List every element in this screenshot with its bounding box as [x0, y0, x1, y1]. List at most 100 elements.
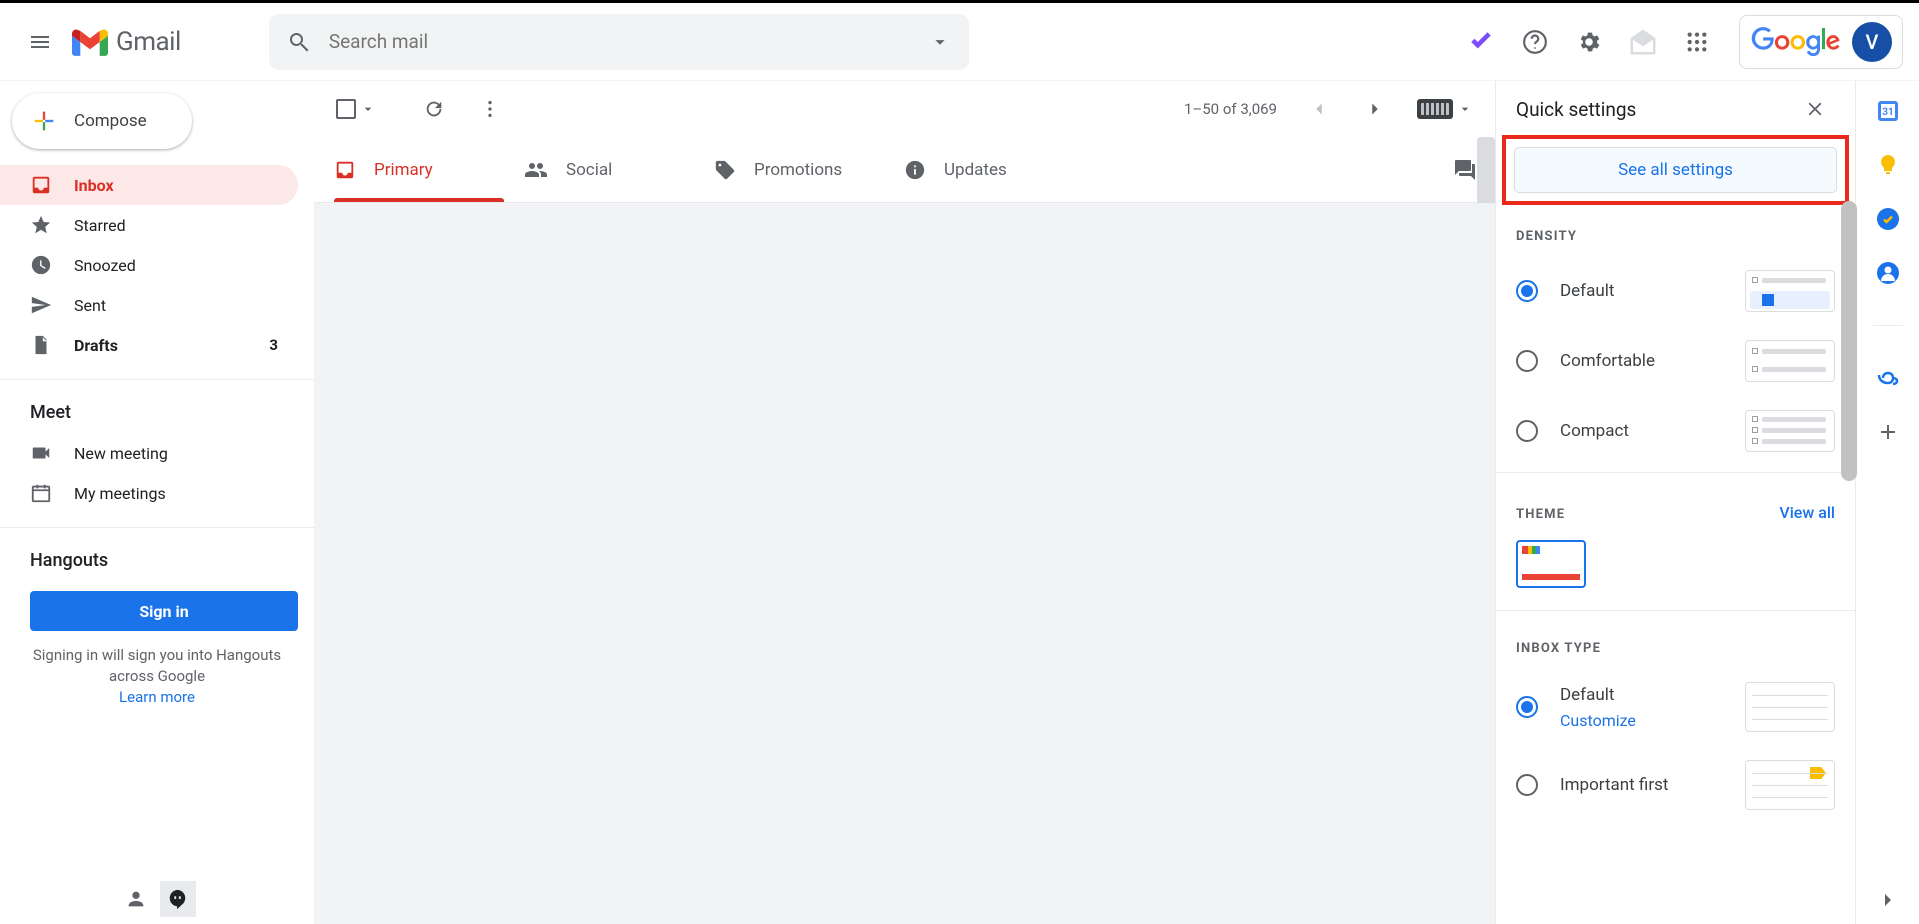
chevron-left-icon — [1308, 98, 1330, 120]
tab-updates[interactable]: Updates — [884, 137, 1074, 202]
qs-scrollbar[interactable] — [1841, 201, 1857, 481]
density-title: DENSITY — [1516, 229, 1835, 244]
tab-promotions[interactable]: Promotions — [694, 137, 884, 202]
settings-button[interactable] — [1565, 18, 1613, 66]
nav-list: Inbox Starred Snoozed Sent Drafts 3 — [0, 165, 314, 365]
plus-icon — [1876, 420, 1900, 444]
checkbox-icon — [336, 99, 356, 119]
close-icon — [1804, 98, 1826, 120]
side-panel: 31 — [1855, 81, 1919, 924]
sidebar-item-label: Sent — [74, 296, 106, 315]
sidebar-item-snoozed[interactable]: Snoozed — [0, 245, 298, 285]
density-thumb-comfortable — [1745, 340, 1835, 382]
tab-label: Updates — [944, 160, 1007, 180]
prev-page-button[interactable] — [1297, 87, 1341, 131]
sidebar-item-sent[interactable]: Sent — [0, 285, 298, 325]
hangouts-message: Signing in will sign you into Hangouts a… — [20, 645, 294, 708]
compose-button[interactable]: Compose — [12, 93, 192, 149]
theme-option-default[interactable] — [1516, 540, 1586, 588]
search-input[interactable] — [329, 30, 911, 53]
density-option-compact[interactable]: Compact — [1496, 396, 1855, 466]
side-panel-toggle[interactable] — [1876, 888, 1900, 912]
search-bar[interactable] — [269, 14, 969, 70]
radio-icon — [1516, 350, 1538, 372]
input-tools[interactable] — [1417, 99, 1473, 119]
avatar-initial: V — [1866, 30, 1879, 54]
select-all[interactable] — [336, 99, 376, 119]
qs-close-button[interactable] — [1795, 89, 1835, 129]
sidebar: Compose Inbox Starred Snoozed Sent Draft… — [0, 81, 314, 924]
main-menu-button[interactable] — [16, 18, 64, 66]
sidebar-item-label: New meeting — [74, 444, 168, 463]
search-icon — [287, 30, 311, 54]
see-all-settings-button[interactable]: See all settings — [1514, 147, 1837, 193]
footer-hangouts-tab[interactable] — [160, 881, 196, 917]
clock-icon — [30, 254, 52, 276]
hangouts-signin-button[interactable]: Sign in — [30, 591, 298, 631]
support-button[interactable] — [1511, 18, 1559, 66]
learn-more-link[interactable]: Learn more — [20, 687, 294, 708]
star-icon — [30, 214, 52, 236]
gear-icon — [1576, 29, 1602, 55]
option-label: Default — [1560, 281, 1723, 301]
footer-contacts-tab[interactable] — [118, 881, 154, 917]
avatar[interactable]: V — [1852, 22, 1892, 62]
tasks-circle-icon — [1876, 207, 1900, 231]
more-button[interactable] — [468, 87, 512, 131]
keyboard-icon — [1417, 99, 1453, 119]
gmail-word: Gmail — [116, 27, 181, 57]
keep-icon — [1876, 153, 1900, 177]
addons-app-icon[interactable] — [1876, 366, 1900, 390]
more-vert-icon — [479, 98, 501, 120]
sidebar-item-my-meetings[interactable]: My meetings — [0, 473, 298, 513]
calendar-app-icon[interactable]: 31 — [1876, 99, 1900, 123]
tab-social[interactable]: Social — [504, 137, 694, 202]
keep-app-icon[interactable] — [1876, 153, 1900, 177]
customize-link[interactable]: Customize — [1560, 711, 1723, 730]
at-loop-icon — [1876, 366, 1900, 390]
next-page-button[interactable] — [1353, 87, 1397, 131]
tab-primary[interactable]: Primary — [314, 137, 504, 202]
info-circle-icon — [904, 159, 926, 181]
radio-icon — [1516, 280, 1538, 302]
person-icon — [125, 888, 147, 910]
mail-envelope-icon[interactable] — [1619, 18, 1667, 66]
inbox-type-important-first[interactable]: Important first — [1496, 746, 1855, 824]
gmail-logo[interactable]: Gmail — [72, 27, 181, 57]
menu-icon — [28, 30, 52, 54]
plus-icon — [30, 107, 58, 135]
search-options-caret-icon[interactable] — [929, 31, 951, 53]
contacts-app-icon[interactable] — [1876, 261, 1900, 285]
scrollbar[interactable] — [1477, 137, 1495, 202]
account-chip[interactable]: V — [1739, 15, 1903, 69]
sidebar-item-starred[interactable]: Starred — [0, 205, 298, 245]
get-addons-button[interactable] — [1876, 420, 1900, 444]
tasks-icon[interactable] — [1457, 18, 1505, 66]
density-thumb-default — [1745, 270, 1835, 312]
density-thumb-compact — [1745, 410, 1835, 452]
theme-view-all-link[interactable]: View all — [1779, 503, 1835, 522]
google-apps-button[interactable] — [1673, 18, 1721, 66]
sidebar-item-drafts[interactable]: Drafts 3 — [0, 325, 298, 365]
sidebar-item-new-meeting[interactable]: New meeting — [0, 433, 298, 473]
send-icon — [30, 294, 52, 316]
inbox-thumb-default — [1745, 682, 1835, 732]
caret-down-icon[interactable] — [360, 101, 376, 117]
check-diamond-icon — [1468, 29, 1494, 55]
toolbar: 1–50 of 3,069 — [314, 81, 1495, 137]
file-icon — [30, 334, 52, 356]
radio-icon — [1516, 696, 1538, 718]
refresh-button[interactable] — [412, 87, 456, 131]
inbox-icon — [30, 174, 52, 196]
sidebar-item-inbox[interactable]: Inbox — [0, 165, 298, 205]
sidebar-item-label: Inbox — [74, 176, 114, 195]
calendar-icon: 31 — [1876, 99, 1900, 123]
inbox-type-default[interactable]: Default Customize — [1496, 668, 1855, 746]
caret-down-icon — [1457, 101, 1473, 117]
tag-icon — [714, 159, 736, 181]
density-option-default[interactable]: Default — [1496, 256, 1855, 326]
people-icon — [524, 158, 548, 182]
density-option-comfortable[interactable]: Comfortable — [1496, 326, 1855, 396]
theme-title-row: THEME View all — [1516, 503, 1835, 522]
tasks-app-icon[interactable] — [1876, 207, 1900, 231]
